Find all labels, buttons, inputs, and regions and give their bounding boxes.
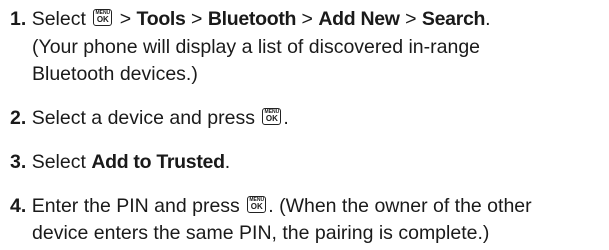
step-text-continued: . (When the owner of the other [268,195,532,217]
path-separator: > [301,8,313,30]
path-separator: > [191,8,203,30]
step-text: Select a device and press [31,107,255,129]
menu-path-bluetooth: Bluetooth [207,8,297,30]
instruction-document: 1. Select MENU OK > Tools > Bluetooth > A… [0,0,609,250]
add-to-trusted-option: Add to Trusted [91,151,225,173]
step-1-note-line-1: (Your phone will display a list of disco… [32,36,481,58]
step-number: 2. [10,107,27,129]
step-number: 1. [10,8,27,30]
step-1-note-line-2: Bluetooth devices.) [32,63,198,85]
step-text: Enter the PIN and press [31,195,240,217]
step-4-line-2: device enters the same PIN, the pairing … [32,222,490,244]
menu-path-tools: Tools [136,8,186,30]
menu-path-search: Search [421,8,486,30]
step-number: 4. [10,195,27,217]
path-separator: > [405,8,417,30]
step-number: 3. [10,151,27,173]
step-text: Select [31,151,86,173]
step-4: 4. Enter the PIN and press MENU OK. (When… [10,192,532,220]
step-text: Select [31,8,86,30]
path-separator: > [119,8,132,30]
step-3: 3. Select Add to Trusted. [10,151,231,173]
step-2: 2. Select a device and press MENU OK. [10,107,289,129]
menu-ok-key-icon: MENU OK [247,196,267,214]
step-1: 1. Select MENU OK > Tools > Bluetooth > A… [10,8,491,30]
menu-path-add-new: Add New [318,8,400,30]
menu-ok-key-icon: MENU OK [262,108,282,126]
menu-ok-key-icon: MENU OK [93,9,113,27]
